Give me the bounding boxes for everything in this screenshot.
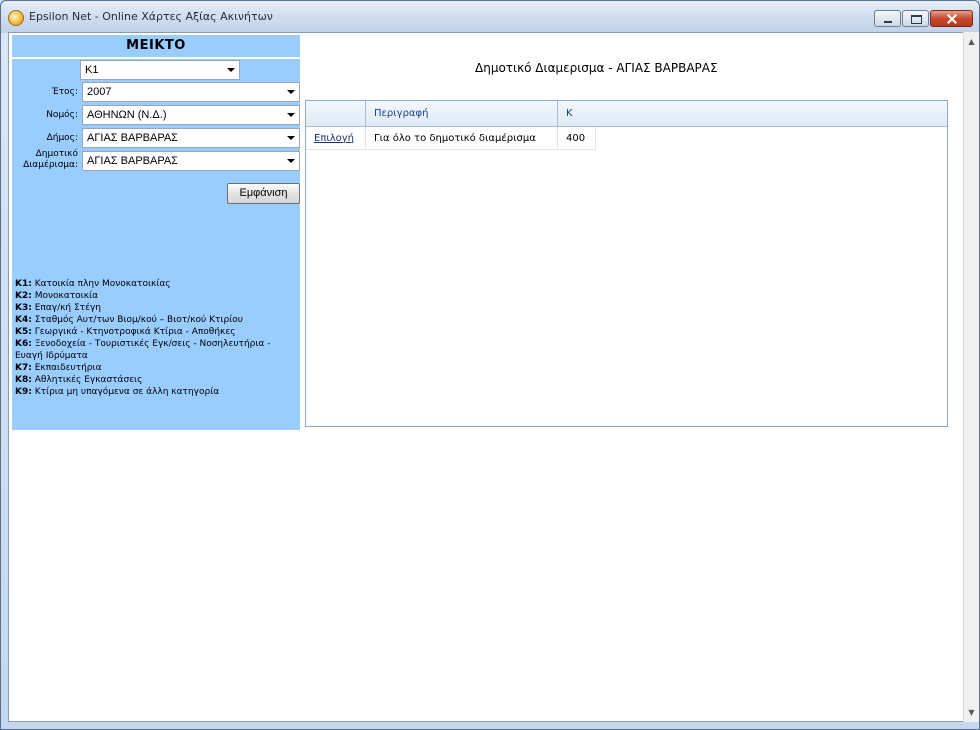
minimize-icon (875, 11, 900, 26)
legend-item: Κ9: Κτίρια μη υπαγόμενα σε άλλη κατηγορί… (15, 387, 220, 397)
page-title: Δημοτικό Διαμερισμα - ΑΓΙΑΣ ΒΑΡΒΑΡΑΣ (475, 61, 718, 75)
category-select-value: Κ1 (85, 64, 99, 76)
year-select[interactable]: 2007 (82, 82, 300, 102)
chevron-down-icon (283, 152, 299, 170)
scroll-down-arrow-icon[interactable]: ▼ (964, 705, 979, 720)
maximize-button[interactable] (902, 10, 929, 27)
district-label-line1: Δημοτικό (35, 149, 78, 159)
close-icon (931, 11, 972, 26)
chevron-down-icon (283, 129, 299, 147)
panel-title: ΜΕΙΚΤΟ (126, 38, 186, 53)
municipality-select[interactable]: ΑΓΙΑΣ ΒΑΡΒΑΡΑΣ (82, 128, 300, 148)
chevron-down-icon (283, 106, 299, 124)
legend-item: Κ1: Κατοικία πλην Μονοκατοικίας (15, 279, 171, 289)
column-header-description[interactable]: Περιγραφή (366, 101, 558, 126)
minimize-button[interactable] (874, 10, 901, 27)
legend-item: Κ5: Γεωργικά - Κτηνοτροφικά Κτίρια - Απο… (15, 327, 236, 337)
category-select[interactable]: Κ1 (80, 60, 240, 80)
show-button[interactable]: Εμφάνιση (227, 183, 300, 204)
legend-item: Κ7: Εκπαιδευτήρια (15, 363, 102, 373)
panel-divider (12, 57, 300, 59)
maximize-icon (903, 11, 928, 26)
prefecture-select-value: ΑΘΗΝΩΝ (Ν.Δ.) (87, 109, 167, 121)
close-button[interactable] (930, 10, 973, 27)
chevron-down-icon (283, 83, 299, 101)
table-header: Περιγραφή Κ (306, 101, 947, 127)
app-logo-icon (8, 10, 24, 26)
legend-item: Κ4: Σταθμός Αυτ/των Βιομ/κού – Βιοτ/κού … (15, 315, 243, 325)
municipality-label: Δήμος: (46, 133, 78, 143)
year-label: Έτος: (52, 87, 78, 97)
scroll-up-arrow-icon[interactable]: ▲ (964, 34, 979, 49)
legend-item: Κ2: Μονοκατοικία (15, 291, 99, 301)
legend-item: Κ3: Επαγ/κή Στέγη (15, 303, 101, 313)
legend-item: Κ8: Αθλητικές Εγκαστάσεις (15, 375, 143, 385)
results-table: Περιγραφή Κ Επιλογή Για όλο το δημοτικό … (305, 100, 948, 427)
column-header-select (306, 101, 366, 126)
district-select-value: ΑΓΙΑΣ ΒΑΡΒΑΡΑΣ (87, 155, 178, 167)
district-label-line2: Διαμέρισμα: (23, 160, 78, 170)
district-select[interactable]: ΑΓΙΑΣ ΒΑΡΒΑΡΑΣ (82, 151, 300, 171)
year-select-value: 2007 (87, 86, 112, 98)
description-cell: Για όλο το δημοτικό διαμέρισμα (366, 127, 558, 150)
chevron-down-icon (223, 61, 239, 79)
prefecture-label: Νομός: (46, 110, 78, 120)
k-value-cell: 400 (558, 127, 596, 150)
prefecture-select[interactable]: ΑΘΗΝΩΝ (Ν.Δ.) (82, 105, 300, 125)
category-legend: Κ1: Κατοικία πλην Μονοκατοικίας Κ2: Μονο… (15, 278, 300, 398)
vertical-scrollbar[interactable]: ▲ ▼ (963, 32, 979, 722)
select-cell: Επιλογή (306, 127, 366, 150)
window-title: Epsilon Net - Online Χάρτες Αξίας Ακινήτ… (29, 10, 273, 23)
select-link[interactable]: Επιλογή (314, 133, 354, 144)
legend-item: Κ6: Ξενοδοχεία - Τουριστικές Εγκ/σεις - … (15, 339, 271, 361)
column-header-k[interactable]: Κ (558, 101, 947, 126)
filter-panel: ΜΕΙΚΤΟ Κ1 Έτος: 2007 Νομός: ΑΘΗΝΩΝ (Ν.Δ.… (12, 35, 300, 430)
title-bar[interactable]: Epsilon Net - Online Χάρτες Αξίας Ακινήτ… (1, 1, 979, 33)
municipality-select-value: ΑΓΙΑΣ ΒΑΡΒΑΡΑΣ (87, 132, 178, 144)
